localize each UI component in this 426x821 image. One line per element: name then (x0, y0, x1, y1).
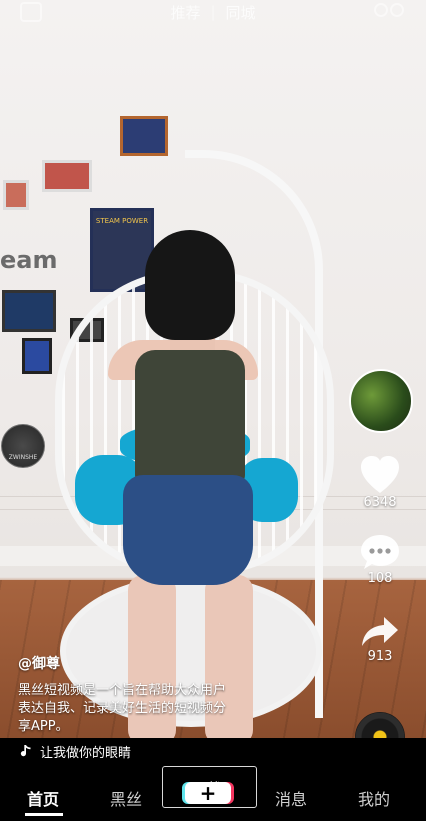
person-shorts (123, 475, 253, 585)
music-title: 让我做你的眼睛 (40, 745, 132, 761)
nav-messages[interactable]: 消息 (275, 786, 307, 810)
brand-badge-text: ZWINSHE (8, 454, 38, 461)
share-count: 913 (367, 649, 393, 664)
person-top (135, 350, 245, 485)
tab-nearby[interactable]: 同城 (226, 2, 256, 23)
comment-icon (361, 535, 399, 569)
nav-active-indicator (25, 813, 63, 816)
author-avatar[interactable] (349, 369, 413, 433)
share-button[interactable]: 913 (350, 615, 410, 664)
wall-photo (120, 116, 168, 156)
poster-text: STEAM POWER (95, 217, 149, 225)
video-author[interactable]: @御尊 (18, 653, 60, 673)
nav-home[interactable]: 首页 (27, 786, 59, 810)
tab-divider: | (210, 3, 216, 21)
bottom-nav: 首页 黑丝 下载 + 消息 我的 (0, 764, 426, 821)
wall-lettering: eam (0, 246, 58, 274)
music-note-icon (20, 745, 31, 757)
brand-badge[interactable]: ZWINSHE (1, 424, 45, 468)
like-button[interactable]: 6348 (350, 455, 410, 510)
share-icon (362, 617, 398, 646)
create-plus-button[interactable]: + (185, 782, 231, 804)
wall-photo (22, 338, 52, 374)
video-caption: 黑丝短视频是一个旨在帮助大众用户表达自我、记录美好生活的短视频分享APP。 (18, 683, 227, 734)
wall-photo (2, 290, 56, 332)
nav-heisi[interactable]: 黑丝 (110, 786, 142, 810)
nav-me[interactable]: 我的 (358, 786, 390, 810)
music-row[interactable]: 让我做你的眼睛 (0, 738, 426, 764)
tab-recommend[interactable]: 推荐 (170, 2, 200, 23)
wall-photo (3, 180, 29, 210)
wall-photo (42, 160, 92, 192)
search-icon[interactable] (372, 2, 406, 17)
comment-count: 108 (367, 571, 393, 586)
like-count: 6348 (363, 495, 397, 510)
person-hair (145, 230, 235, 340)
top-tabs: 推荐 | 同城 (0, 0, 426, 24)
heart-icon (361, 456, 399, 493)
app-screen: STEAM POWER eam 推荐 | 同城 ZWINSHE 6348 108… (0, 0, 426, 821)
comment-button[interactable]: 108 (350, 533, 410, 586)
